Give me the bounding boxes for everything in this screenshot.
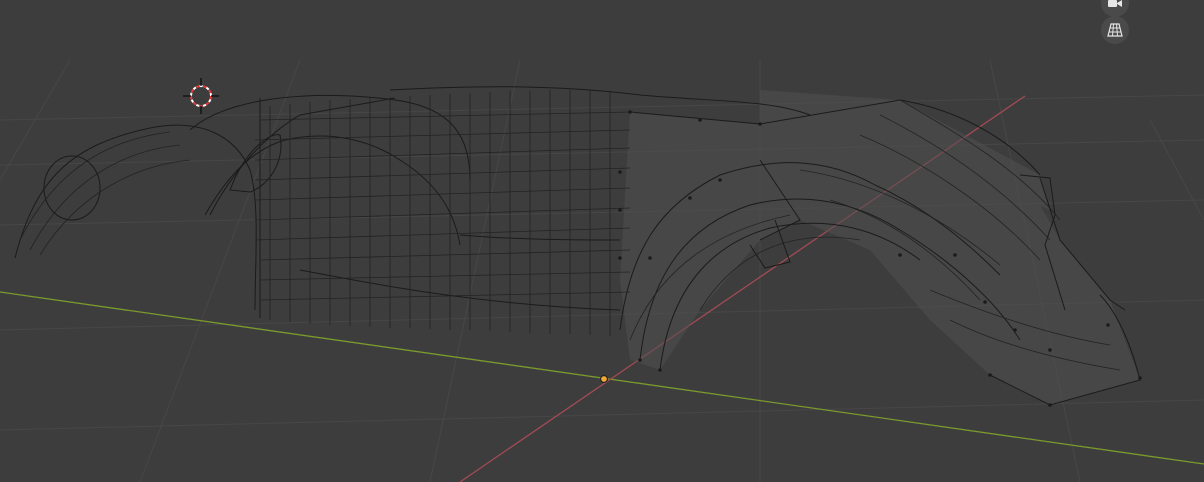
video-camera-icon bbox=[1107, 0, 1123, 9]
3d-cursor[interactable] bbox=[183, 78, 219, 114]
world-origin-marker bbox=[600, 375, 608, 383]
grid-perspective-icon bbox=[1107, 23, 1123, 37]
3d-viewport[interactable] bbox=[0, 0, 1204, 482]
toggle-perspective-button[interactable] bbox=[1101, 16, 1129, 44]
mesh-fill bbox=[620, 90, 1140, 405]
